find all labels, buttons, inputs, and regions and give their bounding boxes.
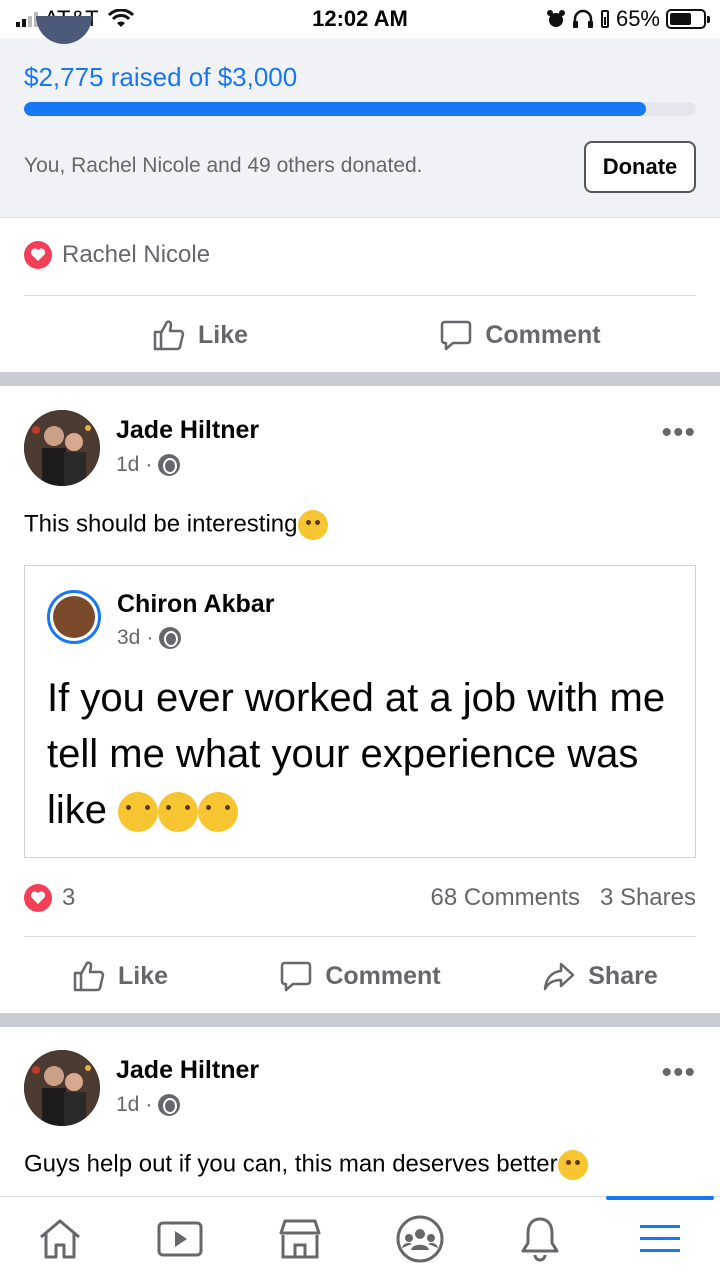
post-author[interactable]: Jade Hiltner [116, 1056, 259, 1085]
watch-icon [157, 1221, 203, 1257]
fundraiser-avatar [36, 16, 92, 44]
share-label: Share [588, 961, 658, 990]
reaction-name: Rachel Nicole [62, 241, 211, 268]
status-indicators: 65% [546, 6, 710, 32]
status-bar: AT&T 12:02 AM 65% [0, 0, 720, 38]
fundraiser-progress [24, 102, 696, 116]
battery-percent: 65% [615, 6, 660, 31]
tears-of-joy-emoji-icon [158, 792, 199, 833]
battery-info-icon [600, 10, 609, 28]
love-reaction-icon [24, 241, 52, 269]
shared-author-avatar[interactable] [47, 590, 101, 644]
nav-notifications[interactable] [480, 1197, 600, 1281]
thinking-face-emoji-icon [198, 792, 239, 833]
post1-actions: Like Comment [0, 297, 720, 373]
post1-reactions[interactable]: Rachel Nicole [24, 241, 210, 269]
like-icon [153, 320, 185, 351]
alarm-icon [546, 10, 565, 27]
post-text-content: Guys help out if you can, this man deser… [24, 1150, 558, 1178]
post2-stats: 68 Comments 3 Shares [431, 884, 696, 912]
feed-separator [0, 1013, 720, 1027]
post2-reactions[interactable]: 3 [24, 884, 75, 912]
post-time: 1d [116, 453, 140, 476]
divider [24, 936, 696, 937]
monocle-face-emoji-icon [297, 510, 328, 540]
relieved-face-emoji-icon [118, 792, 159, 833]
post-time: 1d [116, 1093, 140, 1116]
author-avatar[interactable] [24, 1050, 100, 1126]
feed-separator [0, 372, 720, 386]
love-reaction-icon [24, 884, 52, 912]
like-label: Like [117, 961, 169, 990]
like-icon [73, 961, 105, 992]
fundraiser-card: $2,775 raised of $3,000 You, Rachel Nico… [0, 16, 720, 218]
reaction-count: 3 [62, 884, 76, 911]
post-text: This should be interesting [24, 510, 328, 540]
fundraiser-raised: $2,775 raised of $3,000 [24, 62, 298, 92]
groups-icon [396, 1215, 444, 1263]
post-author[interactable]: Jade Hiltner [116, 416, 259, 445]
comment-button[interactable]: Comment [360, 297, 680, 373]
notifications-icon [521, 1217, 559, 1262]
share-icon [544, 962, 575, 991]
comments-count[interactable]: 68 Comments [431, 884, 580, 912]
public-globe-icon [159, 627, 182, 649]
comment-label: Comment [325, 961, 441, 990]
public-globe-icon [158, 454, 181, 476]
shared-time: 3d [117, 626, 141, 649]
bottom-navigation [0, 1196, 720, 1281]
shared-author[interactable]: Chiron Akbar [117, 590, 274, 619]
public-globe-icon [158, 1094, 181, 1116]
more-options-button[interactable]: ••• [661, 418, 696, 448]
menu-icon [640, 1225, 680, 1252]
author-avatar[interactable] [24, 410, 100, 486]
comment-button[interactable]: Comment [240, 938, 480, 1014]
shares-count[interactable]: 3 Shares [600, 884, 696, 912]
post-meta: 1d · [116, 1093, 181, 1117]
nav-groups[interactable] [360, 1197, 480, 1281]
marketplace-icon [279, 1219, 321, 1259]
shared-post[interactable]: Chiron Akbar 3d · If you ever worked at a… [24, 565, 696, 858]
nav-home[interactable] [0, 1197, 120, 1281]
donate-button[interactable]: Donate [584, 141, 696, 193]
shared-text: If you ever worked at a job with me tell… [47, 670, 687, 838]
battery-icon [666, 9, 710, 29]
comment-label: Comment [485, 320, 601, 349]
more-options-button[interactable]: ••• [661, 1058, 696, 1088]
post2-actions: Like Comment Share [0, 938, 720, 1014]
shared-meta: 3d · [117, 626, 182, 650]
like-button[interactable]: Like [0, 938, 240, 1014]
like-label: Like [197, 320, 249, 349]
comment-icon [281, 961, 312, 992]
share-button[interactable]: Share [480, 938, 720, 1014]
divider [24, 295, 696, 296]
home-icon [40, 1219, 80, 1259]
comment-icon [441, 320, 472, 351]
nav-menu[interactable] [600, 1196, 720, 1281]
post-meta: 1d · [116, 453, 181, 477]
nav-marketplace[interactable] [240, 1197, 360, 1281]
post-text-content: This should be interesting [24, 510, 298, 538]
persevering-face-emoji-icon [557, 1150, 588, 1180]
nav-watch[interactable] [120, 1197, 240, 1281]
like-button[interactable]: Like [40, 297, 360, 373]
post-text: Guys help out if you can, this man deser… [24, 1150, 588, 1180]
fundraiser-donors: You, Rachel Nicole and 49 others donated… [24, 154, 423, 177]
headphones-icon [572, 9, 593, 28]
